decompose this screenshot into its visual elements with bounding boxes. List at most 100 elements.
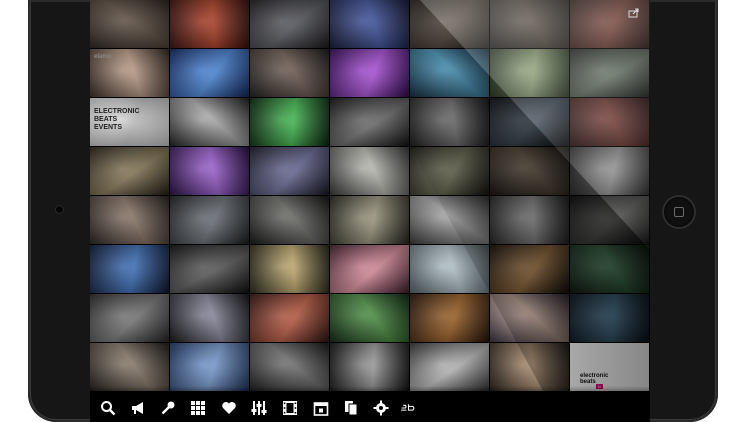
video-thumbnail[interactable] [570,196,649,244]
video-thumbnail[interactable] [410,49,489,97]
thumbnail-shade [570,98,649,146]
video-thumbnail[interactable] [250,49,329,97]
thumbnail-shade [250,196,329,244]
calendar-icon[interactable] [313,400,329,416]
video-thumbnail[interactable] [90,245,169,293]
thumbnail-shade [570,147,649,195]
video-thumbnail[interactable] [570,294,649,342]
video-thumbnail[interactable] [90,343,169,391]
settings-icon[interactable] [373,400,389,416]
video-thumbnail[interactable] [170,147,249,195]
thumbnail-shade [570,245,649,293]
grid-icon[interactable] [190,400,206,416]
video-thumbnail[interactable] [490,245,569,293]
pages-icon[interactable] [343,400,359,416]
thumbnail-shade [410,98,489,146]
microphone-icon[interactable] [160,400,176,416]
video-thumbnail[interactable] [490,49,569,97]
thumbnail-shade [490,0,569,48]
video-thumbnail[interactable] [250,0,329,48]
video-thumbnail[interactable] [490,98,569,146]
share-icon[interactable] [628,5,640,18]
thumbnail-shade [170,196,249,244]
video-thumbnail[interactable] [330,196,409,244]
thumbnail-shade [90,294,169,342]
thumbnail-shade [410,245,489,293]
video-thumbnail[interactable] [410,147,489,195]
video-thumbnail[interactable] [250,343,329,391]
thumbnail-shade [250,147,329,195]
video-thumbnail[interactable] [330,147,409,195]
video-thumbnail[interactable] [330,343,409,391]
video-thumbnail[interactable] [250,294,329,342]
video-thumbnail[interactable] [170,98,249,146]
video-thumbnail[interactable] [250,245,329,293]
video-thumbnail[interactable] [170,343,249,391]
video-thumbnail[interactable] [410,196,489,244]
video-thumbnail[interactable] [90,294,169,342]
thumbnail-shade [330,343,409,391]
bottom-toolbar [90,386,650,422]
thumbnail-caption: elamo [94,54,112,60]
video-thumbnail[interactable] [570,49,649,97]
video-thumbnail[interactable] [170,294,249,342]
thumbnail-shade [490,147,569,195]
home-button[interactable] [664,197,694,227]
thumbnail-shade [170,0,249,48]
thumbnail-shade [250,245,329,293]
video-thumbnail[interactable] [330,245,409,293]
thumbnail-shade [410,49,489,97]
video-thumbnail[interactable] [90,196,169,244]
thumbnail-shade [410,147,489,195]
video-thumbnail[interactable] [250,98,329,146]
logo-tile-text: electronic beats [580,373,609,385]
video-thumbnail[interactable] [90,147,169,195]
video-thumbnail[interactable] [490,0,569,48]
heart-icon[interactable] [221,400,237,416]
thumbnail-shade [250,49,329,97]
video-thumbnail[interactable] [490,343,569,391]
thumbnail-shade [170,294,249,342]
video-thumbnail[interactable] [170,49,249,97]
film-icon[interactable] [282,400,298,416]
thumbnail-shade [410,343,489,391]
video-thumbnail[interactable] [490,147,569,195]
thumbnail-shade [570,196,649,244]
thumbnail-caption: ELECTRONIC BEATS EVENTS [94,108,140,131]
thumbnail-shade [570,294,649,342]
video-thumbnail[interactable] [170,196,249,244]
video-thumbnail[interactable] [410,294,489,342]
video-thumbnail[interactable] [170,0,249,48]
megaphone-icon[interactable] [130,400,146,416]
video-thumbnail[interactable] [410,0,489,48]
thumbnail-shade [410,0,489,48]
thumbnail-shade [330,98,409,146]
video-thumbnail[interactable] [570,98,649,146]
thumbnail-shade [170,343,249,391]
video-thumbnail[interactable] [490,294,569,342]
thumbnail-shade [250,343,329,391]
video-thumbnail[interactable]: elamo [90,49,169,97]
thumbnail-shade [250,0,329,48]
equalizer-icon[interactable] [251,400,267,416]
video-thumbnail[interactable] [170,245,249,293]
video-thumbnail[interactable] [250,147,329,195]
thumbnail-shade [490,294,569,342]
video-thumbnail[interactable] [90,0,169,48]
video-thumbnail[interactable] [410,98,489,146]
video-thumbnail[interactable] [330,98,409,146]
video-thumbnail[interactable]: ELECTRONIC BEATS EVENTS [90,98,169,146]
video-thumbnail[interactable] [570,147,649,195]
video-thumbnail[interactable] [250,196,329,244]
search-icon[interactable] [100,400,116,416]
video-thumbnail[interactable] [410,245,489,293]
electronic-beats-logo-tile[interactable]: electronic beatstv [570,343,649,391]
video-thumbnail[interactable] [490,196,569,244]
video-thumbnail[interactable] [570,245,649,293]
video-thumbnail[interactable] [330,294,409,342]
video-thumbnail[interactable] [330,49,409,97]
eb-logo-icon[interactable] [400,400,430,416]
video-thumbnail[interactable] [330,0,409,48]
logo-tile-background: electronic beatstv [570,343,649,391]
video-thumbnail[interactable] [410,343,489,391]
